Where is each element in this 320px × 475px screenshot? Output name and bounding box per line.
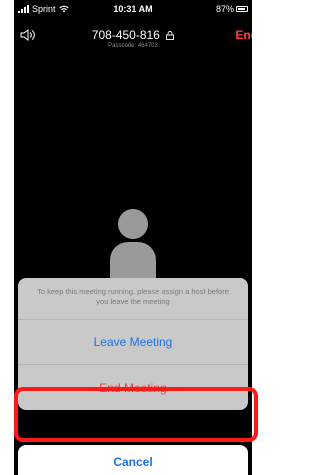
battery-icon	[236, 6, 248, 12]
leave-meeting-button[interactable]: Leave Meeting	[18, 320, 248, 365]
avatar-icon	[110, 209, 156, 280]
status-bar: Sprint 10:31 AM 87%	[14, 0, 252, 20]
end-meeting-button[interactable]: End Meeting	[18, 365, 248, 410]
battery-percent: 87%	[215, 4, 234, 14]
meeting-title[interactable]: 708-450-816	[14, 28, 252, 42]
meeting-id: 708-450-816	[91, 28, 160, 42]
end-button[interactable]: End	[235, 28, 252, 42]
cancel-button[interactable]: Cancel	[18, 445, 248, 475]
status-right: 87%	[216, 4, 248, 14]
passcode-label: Passcode: 464703	[108, 43, 158, 49]
lock-icon	[166, 31, 175, 40]
meeting-header: 708-450-816 Passcode: 464703 End	[14, 26, 252, 60]
zoom-meeting-screen: Sprint 10:31 AM 87% 708-450-816 Passcode…	[14, 0, 252, 475]
action-sheet: To keep this meeting running, please ass…	[18, 278, 248, 410]
assign-host-message: To keep this meeting running, please ass…	[18, 278, 248, 320]
